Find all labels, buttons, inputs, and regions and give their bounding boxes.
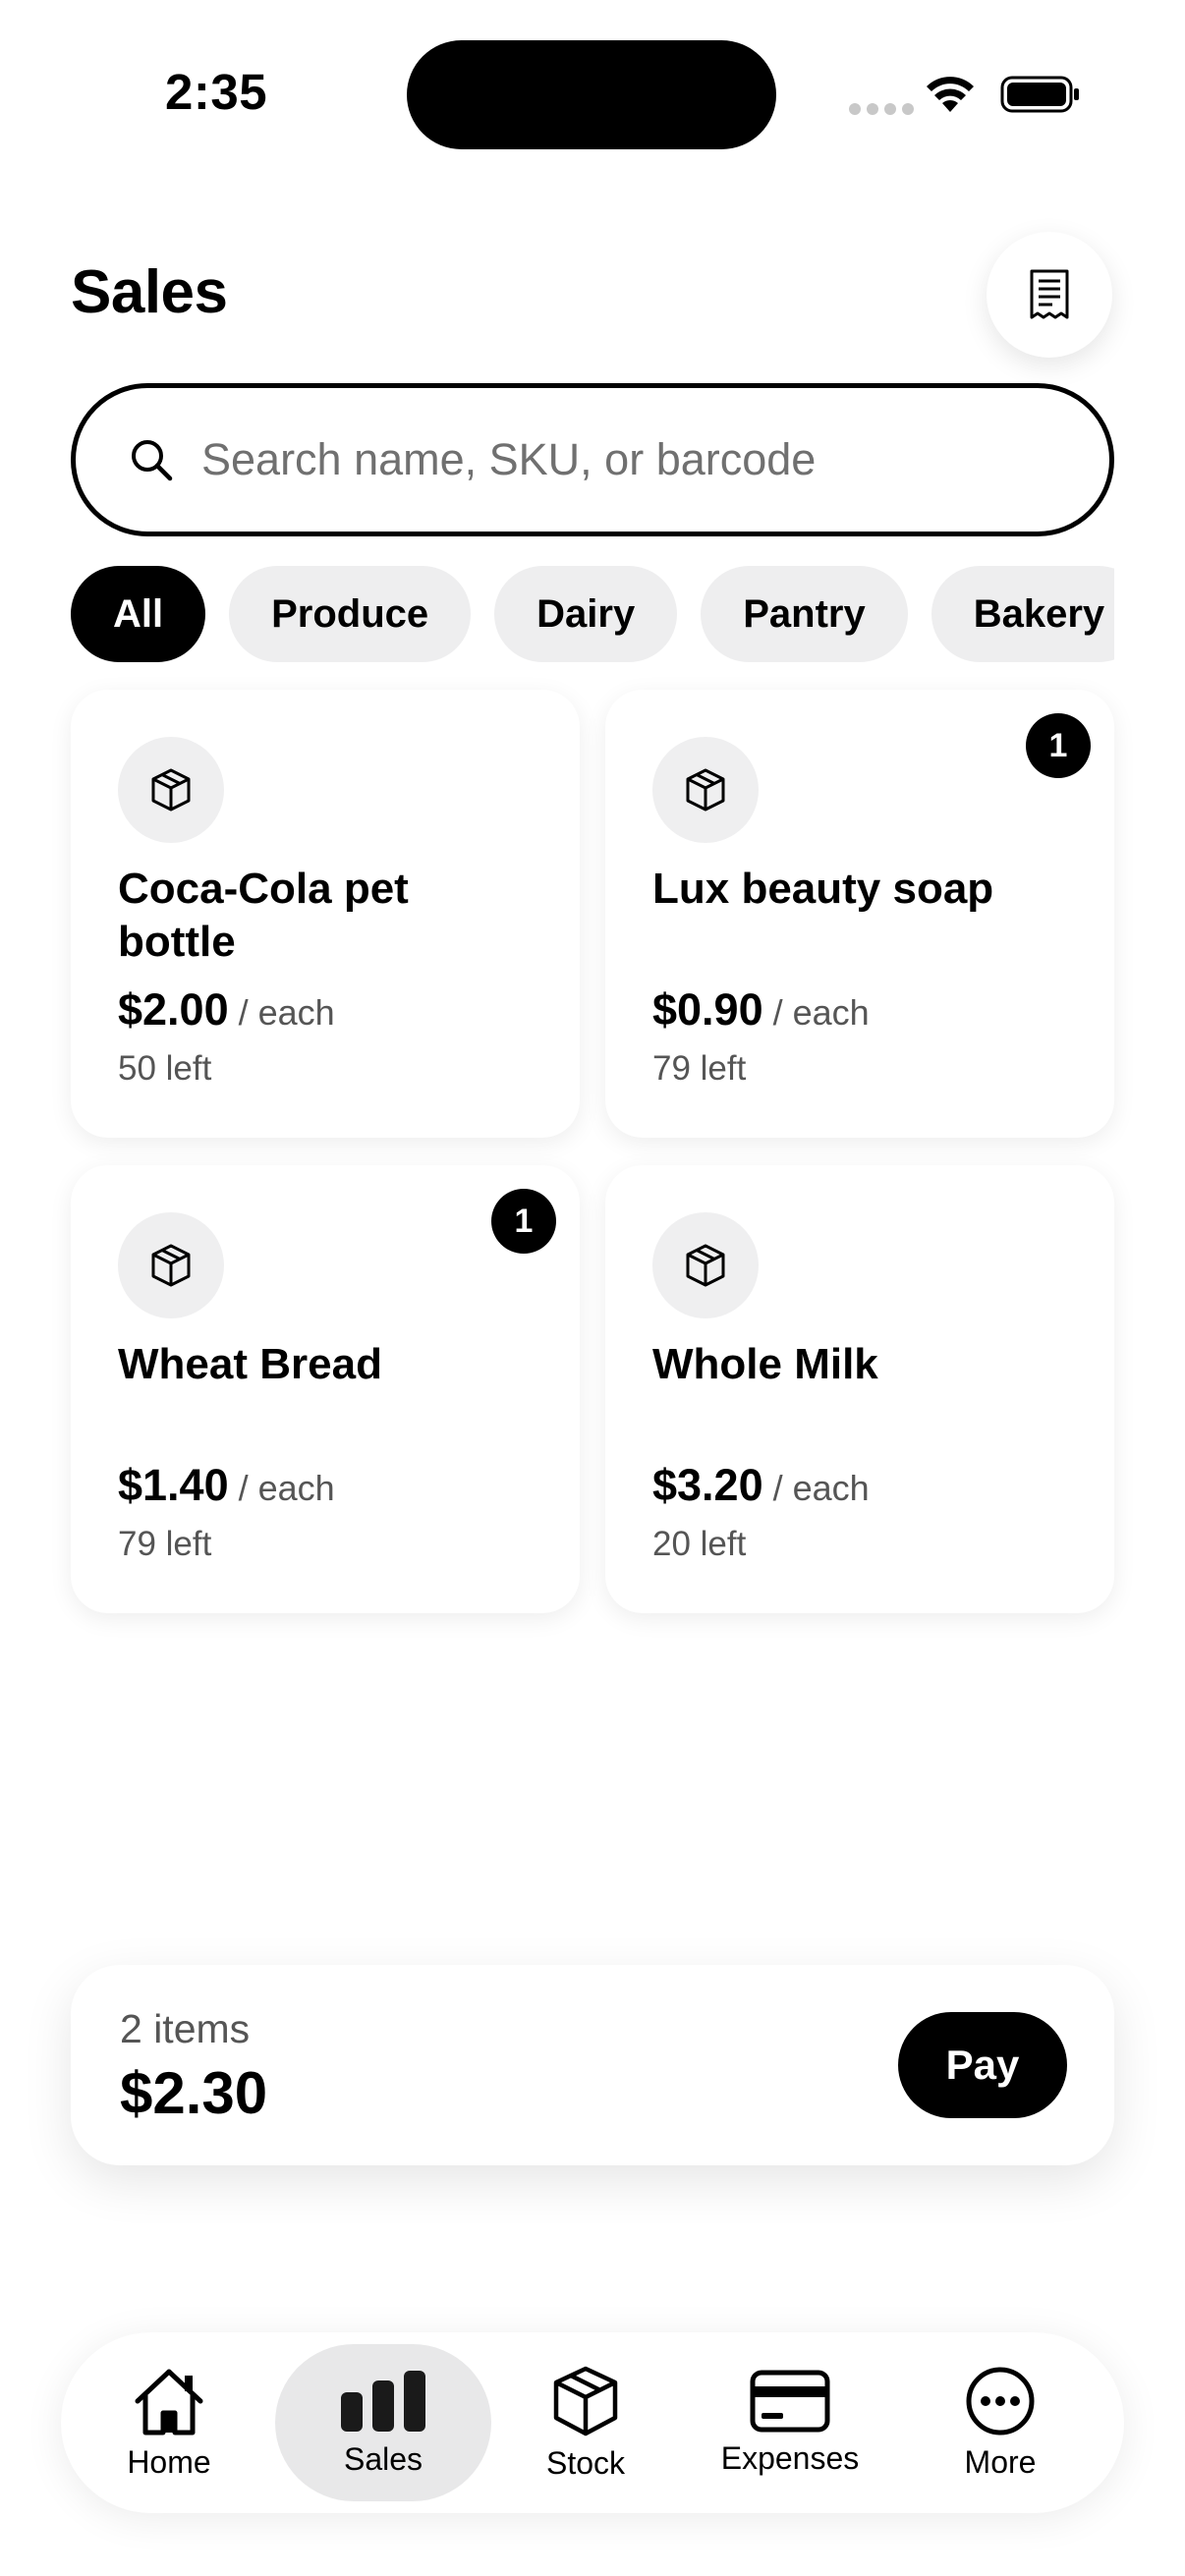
wifi-icon <box>927 77 974 112</box>
dynamic-island <box>407 40 776 149</box>
chip-pantry[interactable]: Pantry <box>701 566 908 662</box>
product-price: $1.40 <box>118 1460 229 1510</box>
tab-label: More <box>964 2443 1037 2480</box>
cart-summary: 2 items $2.30 Pay <box>71 1965 1114 2165</box>
product-name: Lux beauty soap <box>652 865 994 913</box>
tab-bar: Home Sales Stock Expenses More <box>61 2332 1124 2513</box>
chip-produce[interactable]: Produce <box>229 566 472 662</box>
product-unit: / each <box>772 1468 870 1508</box>
search-input[interactable] <box>201 434 1046 485</box>
chip-bakery[interactable]: Bakery <box>931 566 1114 662</box>
box-icon <box>652 1212 759 1318</box>
receipt-button[interactable] <box>987 232 1112 358</box>
tab-more[interactable]: More <box>922 2344 1079 2501</box>
product-name: Wheat Bread <box>118 1340 382 1388</box>
product-grid: Coca-Cola pet bottle $2.00 / each 50 lef… <box>71 690 1114 1613</box>
tab-home[interactable]: Home <box>90 2344 248 2501</box>
card-icon <box>750 2370 830 2432</box>
box-icon <box>553 2366 618 2436</box>
product-card[interactable]: 1 Lux beauty soap $0.90 / each 79 left <box>605 690 1114 1138</box>
product-unit: / each <box>238 1468 335 1508</box>
tab-label: Sales <box>343 2440 423 2477</box>
tab-label: Stock <box>545 2444 626 2481</box>
product-price: $2.00 <box>118 984 229 1035</box>
tab-stock[interactable]: Stock <box>507 2344 664 2501</box>
product-card[interactable]: 1 Wheat Bread $1.40 / each 79 left <box>71 1165 580 1613</box>
status-time: 2:35 <box>165 64 268 120</box>
search-icon <box>132 440 173 481</box>
cart-item-count: 2 items <box>120 2006 251 2051</box>
product-card[interactable]: Whole Milk $3.20 / each 20 left <box>605 1165 1114 1613</box>
product-unit: / each <box>238 992 335 1033</box>
quantity-badge: 1 <box>491 1189 556 1254</box>
product-price: $0.90 <box>652 984 763 1035</box>
box-icon <box>118 1212 224 1318</box>
product-card[interactable]: Coca-Cola pet bottle $2.00 / each 50 lef… <box>71 690 580 1138</box>
page-title: Sales <box>71 258 228 326</box>
tab-label: Expenses <box>720 2439 860 2476</box>
pay-button[interactable]: Pay <box>898 2012 1067 2118</box>
product-price: $3.20 <box>652 1460 763 1510</box>
cellular-signal-icon <box>849 103 914 115</box>
bar-chart-icon <box>341 2370 425 2432</box>
chip-dairy[interactable]: Dairy <box>494 566 678 662</box>
cart-total: $2.30 <box>120 2060 268 2126</box>
category-chips: All Produce Dairy Pantry Bakery <box>71 566 1114 662</box>
receipt-icon <box>1030 269 1069 319</box>
tab-sales[interactable]: Sales <box>275 2344 491 2501</box>
tab-expenses[interactable]: Expenses <box>692 2344 888 2501</box>
product-stock: 79 left <box>118 1525 212 1563</box>
tab-label: Home <box>127 2443 211 2480</box>
more-icon <box>966 2367 1035 2435</box>
battery-icon <box>1000 76 1079 113</box>
product-stock: 20 left <box>652 1525 747 1563</box>
product-name: Coca-Cola pet bottle <box>118 865 409 966</box>
search-bar[interactable] <box>71 383 1114 536</box>
box-icon <box>652 737 759 843</box>
product-stock: 50 left <box>118 1049 212 1088</box>
product-stock: 79 left <box>652 1049 747 1088</box>
home-icon <box>135 2369 203 2435</box>
box-icon <box>118 737 224 843</box>
quantity-badge: 1 <box>1026 713 1091 778</box>
product-name: Whole Milk <box>652 1340 878 1388</box>
chip-all[interactable]: All <box>71 566 206 662</box>
product-unit: / each <box>772 992 870 1033</box>
